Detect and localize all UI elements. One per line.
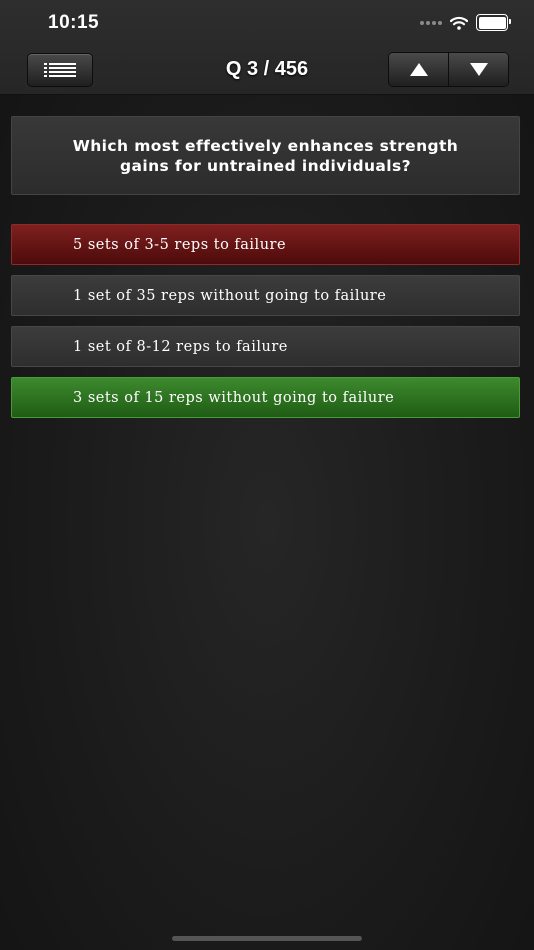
question-card: Which most effectively enhances strength… xyxy=(11,116,520,195)
signal-dots-icon xyxy=(420,20,442,25)
answer-option-4[interactable]: 3 sets of 15 reps without going to failu… xyxy=(11,377,520,418)
status-icons xyxy=(420,14,511,31)
home-indicator[interactable] xyxy=(172,936,362,941)
answer-option-3[interactable]: 1 set of 8-12 reps to failure xyxy=(11,326,520,367)
answer-option-2[interactable]: 1 set of 35 reps without going to failur… xyxy=(11,275,520,316)
question-text: Which most effectively enhances strength… xyxy=(72,136,459,175)
answer-label: 3 sets of 15 reps without going to failu… xyxy=(73,389,395,406)
previous-question-button[interactable] xyxy=(389,53,448,86)
battery-icon xyxy=(476,14,511,31)
answer-label: 1 set of 8-12 reps to failure xyxy=(73,338,288,355)
answer-option-1[interactable]: 5 sets of 3-5 reps to failure xyxy=(11,224,520,265)
answer-label: 1 set of 35 reps without going to failur… xyxy=(73,287,387,304)
wifi-icon xyxy=(450,16,468,30)
up-arrow-icon xyxy=(409,63,428,76)
status-time: 10:15 xyxy=(48,12,100,33)
down-arrow-icon xyxy=(469,63,488,76)
question-counter: Q 3 / 456 xyxy=(225,58,309,80)
answer-label: 5 sets of 3-5 reps to failure xyxy=(73,236,287,253)
top-bar: 10:15 Q 3 / 456 xyxy=(0,0,534,95)
menu-button[interactable] xyxy=(27,53,93,87)
next-question-button[interactable] xyxy=(448,53,508,86)
question-nav xyxy=(388,52,509,87)
list-icon xyxy=(44,63,76,77)
